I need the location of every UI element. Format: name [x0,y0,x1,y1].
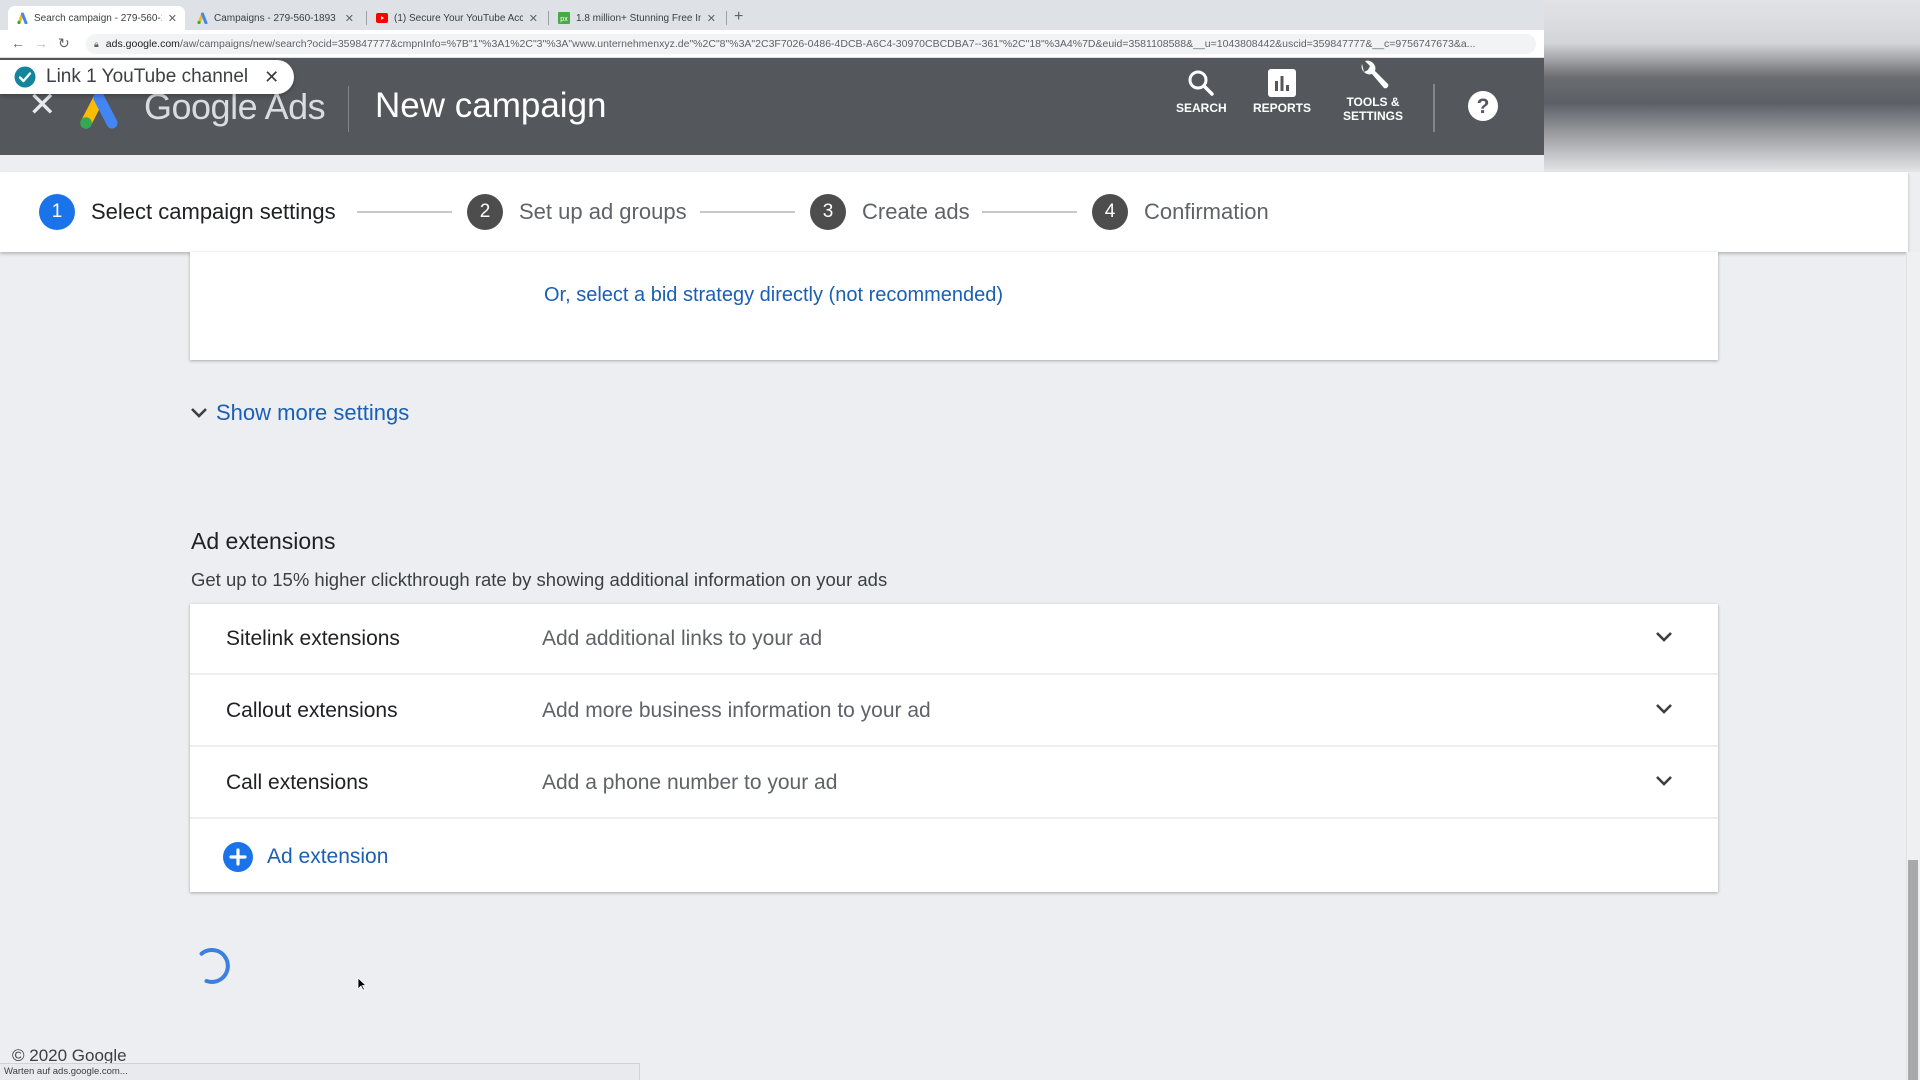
check-circle-icon [14,66,36,88]
svg-text:?: ? [1477,95,1490,118]
header-divider [348,86,349,132]
reports-label: REPORTS [1253,101,1312,115]
step-create-ads[interactable]: 3 Create ads [810,172,970,252]
add-ad-extension-button[interactable]: Ad extension [223,842,388,872]
blurred-background [1544,0,1920,172]
step-label: Create ads [862,199,970,224]
chevron-down-icon [191,408,207,418]
step-label: Select campaign settings [91,199,336,224]
pixabay-icon: px [558,12,570,24]
call-extensions-row[interactable]: Call extensions Add a phone number to yo… [190,748,1718,819]
close-tab-icon[interactable]: ✕ [168,12,177,25]
step-select-campaign-settings[interactable]: 1 Select campaign settings [39,172,336,252]
chevron-down-icon[interactable] [1654,774,1674,788]
youtube-icon [376,12,388,24]
google-ads-logo-icon [80,92,118,129]
browser-tab-bar: Search campaign - 279-560-1 ✕ Campaigns … [0,0,1544,30]
browser-tab[interactable]: Campaigns - 279-560-1893 - ✕ [188,6,362,30]
tab-separator [366,11,367,25]
address-bar: ← → ↻ 🔒︎ ads.google.com/aw/campaigns/new… [0,30,1544,58]
reports-icon [1268,69,1296,97]
step-confirmation[interactable]: 4 Confirmation [1092,172,1269,252]
loading-spinner-icon [199,948,230,984]
tab-separator [548,11,549,25]
reload-button[interactable]: ↻ [58,35,70,52]
forward-button[interactable]: → [34,35,48,51]
step-label: Confirmation [1144,199,1269,224]
back-button[interactable]: ← [11,35,25,51]
extension-description: Add additional links to your ad [542,626,823,650]
add-circle-icon [223,842,253,872]
callout-extensions-row[interactable]: Callout extensions Add more business inf… [190,676,1718,747]
page-title: New campaign [375,86,607,125]
lock-icon: 🔒︎ [94,38,99,49]
toast-message: Link 1 YouTube channel [46,66,249,87]
show-more-settings-button[interactable]: Show more settings [190,400,409,426]
help-icon[interactable]: ? [1467,90,1499,122]
wrench-icon [1361,60,1389,89]
step-number: 1 [39,194,75,230]
url-host: ads.google.com [105,38,180,50]
url-path: /aw/campaigns/new/search?ocid=359847777&… [179,38,1476,50]
step-number: 3 [810,194,846,230]
tab-title: Campaigns - 279-560-1893 - [214,12,339,24]
step-label: Set up ad groups [519,199,687,224]
browser-status-bar: Warten auf ads.google.com... [0,1063,640,1080]
step-number: 4 [1092,194,1128,230]
tools-label-line2: SETTINGS [1343,108,1404,123]
step-connector [982,211,1077,213]
close-tab-icon[interactable]: ✕ [529,12,538,25]
tab-title: 1.8 million+ Stunning Free Ima [576,12,701,24]
search-button[interactable]: SEARCH [1176,68,1227,116]
close-tab-icon[interactable]: ✕ [707,12,716,25]
extension-name: Call extensions [226,770,369,794]
scrollbar-thumb[interactable] [1908,860,1918,1080]
ad-extensions-title: Ad extensions [191,528,336,554]
toast-close-icon[interactable]: ✕ [264,67,279,88]
show-more-label: Show more settings [216,400,410,425]
google-ads-icon [16,12,28,24]
extension-name: Sitelink extensions [226,626,400,650]
bidding-card: Or, select a bid strategy directly (not … [190,252,1718,360]
reports-button[interactable]: REPORTS [1253,68,1311,116]
step-connector [700,211,795,213]
tab-title: Search campaign - 279-560-1 [34,12,162,24]
header-divider [1433,84,1435,132]
select-bid-strategy-link[interactable]: Or, select a bid strategy directly (not … [544,284,1003,307]
search-icon [1188,70,1215,96]
browser-tab[interactable]: px 1.8 million+ Stunning Free Ima ✕ [550,6,724,30]
extension-description: Add a phone number to your ad [542,770,838,794]
sitelink-extensions-row[interactable]: Sitelink extensions Add additional links… [190,604,1718,675]
add-ad-extension-label: Ad extension [267,845,389,868]
step-set-up-ad-groups[interactable]: 2 Set up ad groups [467,172,687,252]
mouse-cursor-icon [357,977,367,991]
svg-text:px: px [560,16,568,23]
search-label: SEARCH [1176,101,1227,115]
ad-extensions-card: Sitelink extensions Add additional links… [190,604,1718,892]
chevron-down-icon[interactable] [1654,702,1674,716]
step-number: 2 [467,194,503,230]
extension-name: Callout extensions [226,698,398,722]
chevron-down-icon[interactable] [1654,630,1674,644]
tools-settings-button[interactable]: TOOLS & SETTINGS [1343,60,1403,124]
new-tab-button[interactable]: + [734,8,743,26]
campaign-stepper: 1 Select campaign settings 2 Set up ad g… [0,172,1908,252]
google-ads-icon [196,12,208,24]
tab-separator [726,11,727,25]
ad-extensions-description: Get up to 15% higher clickthrough rate b… [191,569,888,590]
tab-title: (1) Secure Your YouTube Acco [394,12,523,24]
browser-tab[interactable]: (1) Secure Your YouTube Acco ✕ [368,6,546,30]
url-input[interactable]: 🔒︎ ads.google.com/aw/campaigns/new/searc… [86,34,1536,54]
extension-description: Add more business information to your ad [542,698,931,722]
link-youtube-toast: Link 1 YouTube channel ✕ [0,60,294,94]
browser-tab[interactable]: Search campaign - 279-560-1 ✕ [8,6,185,30]
step-connector [357,211,452,213]
close-tab-icon[interactable]: ✕ [345,12,354,25]
tools-label-line1: TOOLS & [1346,95,1400,109]
